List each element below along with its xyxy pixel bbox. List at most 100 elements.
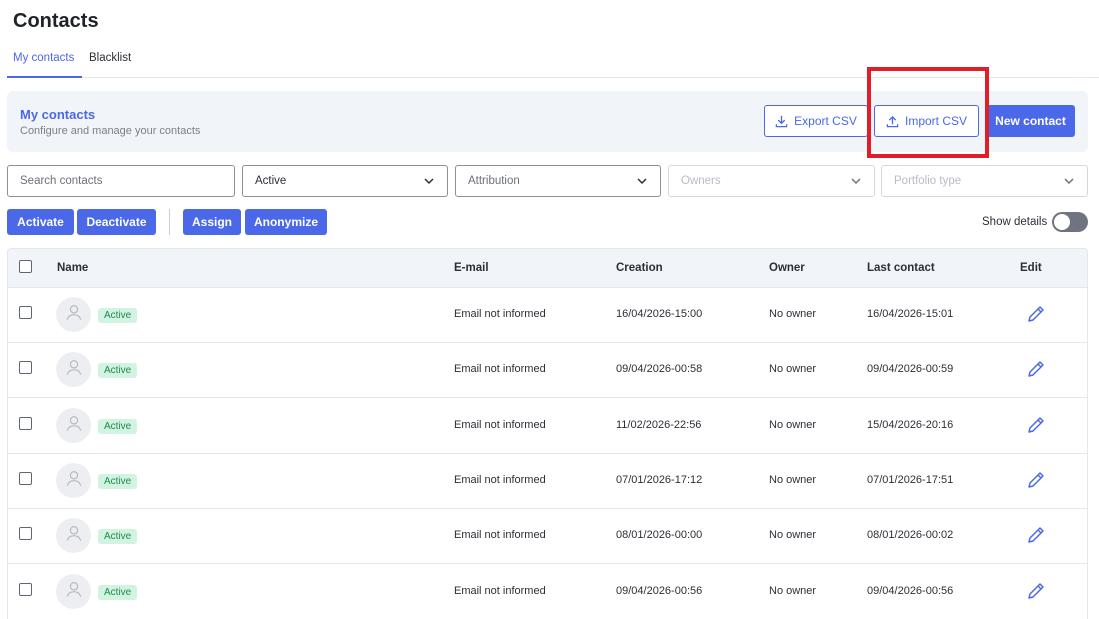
- import-csv-label: Import CSV: [904, 114, 967, 128]
- new-contact-button[interactable]: New contact: [986, 105, 1075, 137]
- edit-pencil-icon[interactable]: [1026, 415, 1046, 435]
- column-name[interactable]: Name: [57, 262, 88, 274]
- owners-select[interactable]: Owners: [668, 165, 875, 197]
- status-badge: Active: [98, 363, 138, 379]
- activate-button[interactable]: Activate: [7, 209, 74, 235]
- email-cell: Email not informed: [454, 308, 546, 320]
- owner-cell: No owner: [769, 529, 817, 542]
- table-header: Name E-mail Creation Owner Last contact …: [8, 249, 1087, 288]
- owner-cell: No owner: [769, 418, 817, 431]
- email-cell: Email not informed: [454, 363, 546, 376]
- user-icon: [65, 414, 83, 437]
- status-badge: Active: [98, 308, 138, 323]
- table-row[interactable]: Active Email not informed 11/02/2026-22:56…: [8, 398, 1087, 454]
- row-checkbox[interactable]: [19, 471, 32, 485]
- email-cell: Email not informed: [454, 529, 546, 542]
- user-icon: [65, 358, 83, 381]
- section-subtitle: Configure and manage your contacts: [20, 125, 201, 137]
- last-contact-cell: 07/01/2026-17:51: [867, 473, 954, 486]
- column-last-contact[interactable]: Last contact: [867, 262, 935, 274]
- user-icon: [65, 469, 83, 492]
- avatar: [56, 518, 91, 554]
- portfolio-type-placeholder: Portfolio type: [894, 175, 962, 187]
- column-email[interactable]: E-mail: [454, 262, 489, 274]
- creation-cell: 16/04/2026-15:00: [616, 308, 703, 320]
- export-csv-button[interactable]: Export CSV: [764, 105, 868, 137]
- user-icon: [65, 580, 83, 603]
- attribution-placeholder: Attribution: [468, 175, 520, 187]
- owner-cell: No owner: [769, 473, 817, 486]
- attribution-select[interactable]: Attribution: [455, 165, 661, 197]
- row-checkbox[interactable]: [19, 582, 32, 596]
- creation-cell: 09/04/2026-00:58: [616, 363, 703, 376]
- row-checkbox[interactable]: [19, 361, 32, 375]
- deactivate-button[interactable]: Deactivate: [77, 209, 156, 235]
- last-contact-cell: 09/04/2026-00:59: [867, 363, 954, 376]
- avatar: [56, 297, 91, 332]
- column-edit: Edit: [1020, 262, 1042, 274]
- table-row[interactable]: Active Email not informed 09/04/2026-00:58…: [8, 343, 1087, 399]
- download-icon: [775, 115, 788, 127]
- email-cell: Email not informed: [454, 473, 546, 486]
- table-row[interactable]: Active Email not informed 16/04/2026-15:00…: [8, 288, 1087, 343]
- avatar: [56, 462, 91, 498]
- last-contact-cell: 09/04/2026-00:56: [867, 584, 954, 597]
- search-input[interactable]: Search contacts: [7, 165, 235, 197]
- creation-cell: 09/04/2026-00:56: [616, 584, 703, 597]
- portfolio-type-select[interactable]: Portfolio type: [881, 165, 1088, 197]
- email-cell: Email not informed: [454, 418, 546, 431]
- user-icon: [65, 303, 83, 326]
- chevron-down-icon: [637, 178, 647, 185]
- owner-cell: No owner: [769, 308, 817, 320]
- show-details-toggle[interactable]: [1052, 212, 1088, 232]
- upload-icon: [886, 115, 899, 127]
- select-all-checkbox[interactable]: [19, 260, 32, 273]
- table-row[interactable]: Active Email not informed 08/01/2026-00:00…: [8, 509, 1087, 565]
- email-cell: Email not informed: [454, 584, 546, 597]
- export-csv-label: Export CSV: [794, 114, 857, 128]
- edit-pencil-icon[interactable]: [1026, 525, 1046, 545]
- avatar: [56, 407, 91, 443]
- edit-pencil-icon[interactable]: [1026, 304, 1046, 324]
- avatar: [56, 573, 91, 609]
- search-placeholder: Search contacts: [20, 175, 103, 187]
- edit-pencil-icon[interactable]: [1026, 470, 1046, 490]
- table-row[interactable]: Active Email not informed 07/01/2026-17:12…: [8, 453, 1087, 509]
- chevron-down-icon: [851, 178, 861, 185]
- table-row[interactable]: Active Email not informed 09/04/2026-00:56…: [8, 564, 1087, 619]
- creation-cell: 07/01/2026-17:12: [616, 473, 703, 486]
- active-tab-indicator: [7, 76, 82, 78]
- status-select[interactable]: Active: [242, 165, 448, 197]
- creation-cell: 08/01/2026-00:00: [616, 529, 703, 542]
- row-checkbox[interactable]: [19, 527, 32, 541]
- show-details-label: Show details: [982, 216, 1048, 228]
- import-csv-button[interactable]: Import CSV: [874, 105, 979, 137]
- last-contact-cell: 08/01/2026-00:02: [867, 529, 954, 542]
- tab-blacklist[interactable]: Blacklist: [89, 52, 131, 64]
- edit-pencil-icon[interactable]: [1026, 359, 1046, 379]
- section-title: My contacts: [20, 107, 96, 122]
- column-creation[interactable]: Creation: [616, 262, 663, 274]
- assign-button[interactable]: Assign: [183, 209, 241, 235]
- status-badge: Active: [98, 529, 138, 545]
- anonymize-button[interactable]: Anonymize: [245, 209, 327, 235]
- toggle-knob: [1054, 214, 1070, 230]
- tab-bar: My contacts Blacklist: [7, 50, 1099, 78]
- owner-cell: No owner: [769, 363, 817, 376]
- edit-pencil-icon[interactable]: [1026, 581, 1046, 601]
- tab-my-contacts[interactable]: My contacts: [13, 52, 74, 64]
- actions-divider: [169, 209, 170, 235]
- owner-cell: No owner: [769, 584, 817, 597]
- status-badge: Active: [98, 473, 138, 489]
- status-badge: Active: [98, 584, 138, 600]
- row-checkbox[interactable]: [19, 306, 32, 319]
- contacts-table: Name E-mail Creation Owner Last contact …: [7, 248, 1088, 619]
- row-checkbox[interactable]: [19, 416, 32, 430]
- user-icon: [65, 524, 83, 547]
- status-select-value: Active: [255, 175, 287, 187]
- last-contact-cell: 15/04/2026-20:16: [867, 418, 954, 431]
- column-owner[interactable]: Owner: [769, 262, 805, 274]
- page-title: Contacts: [13, 10, 99, 32]
- creation-cell: 11/02/2026-22:56: [616, 418, 702, 431]
- status-badge: Active: [98, 418, 138, 434]
